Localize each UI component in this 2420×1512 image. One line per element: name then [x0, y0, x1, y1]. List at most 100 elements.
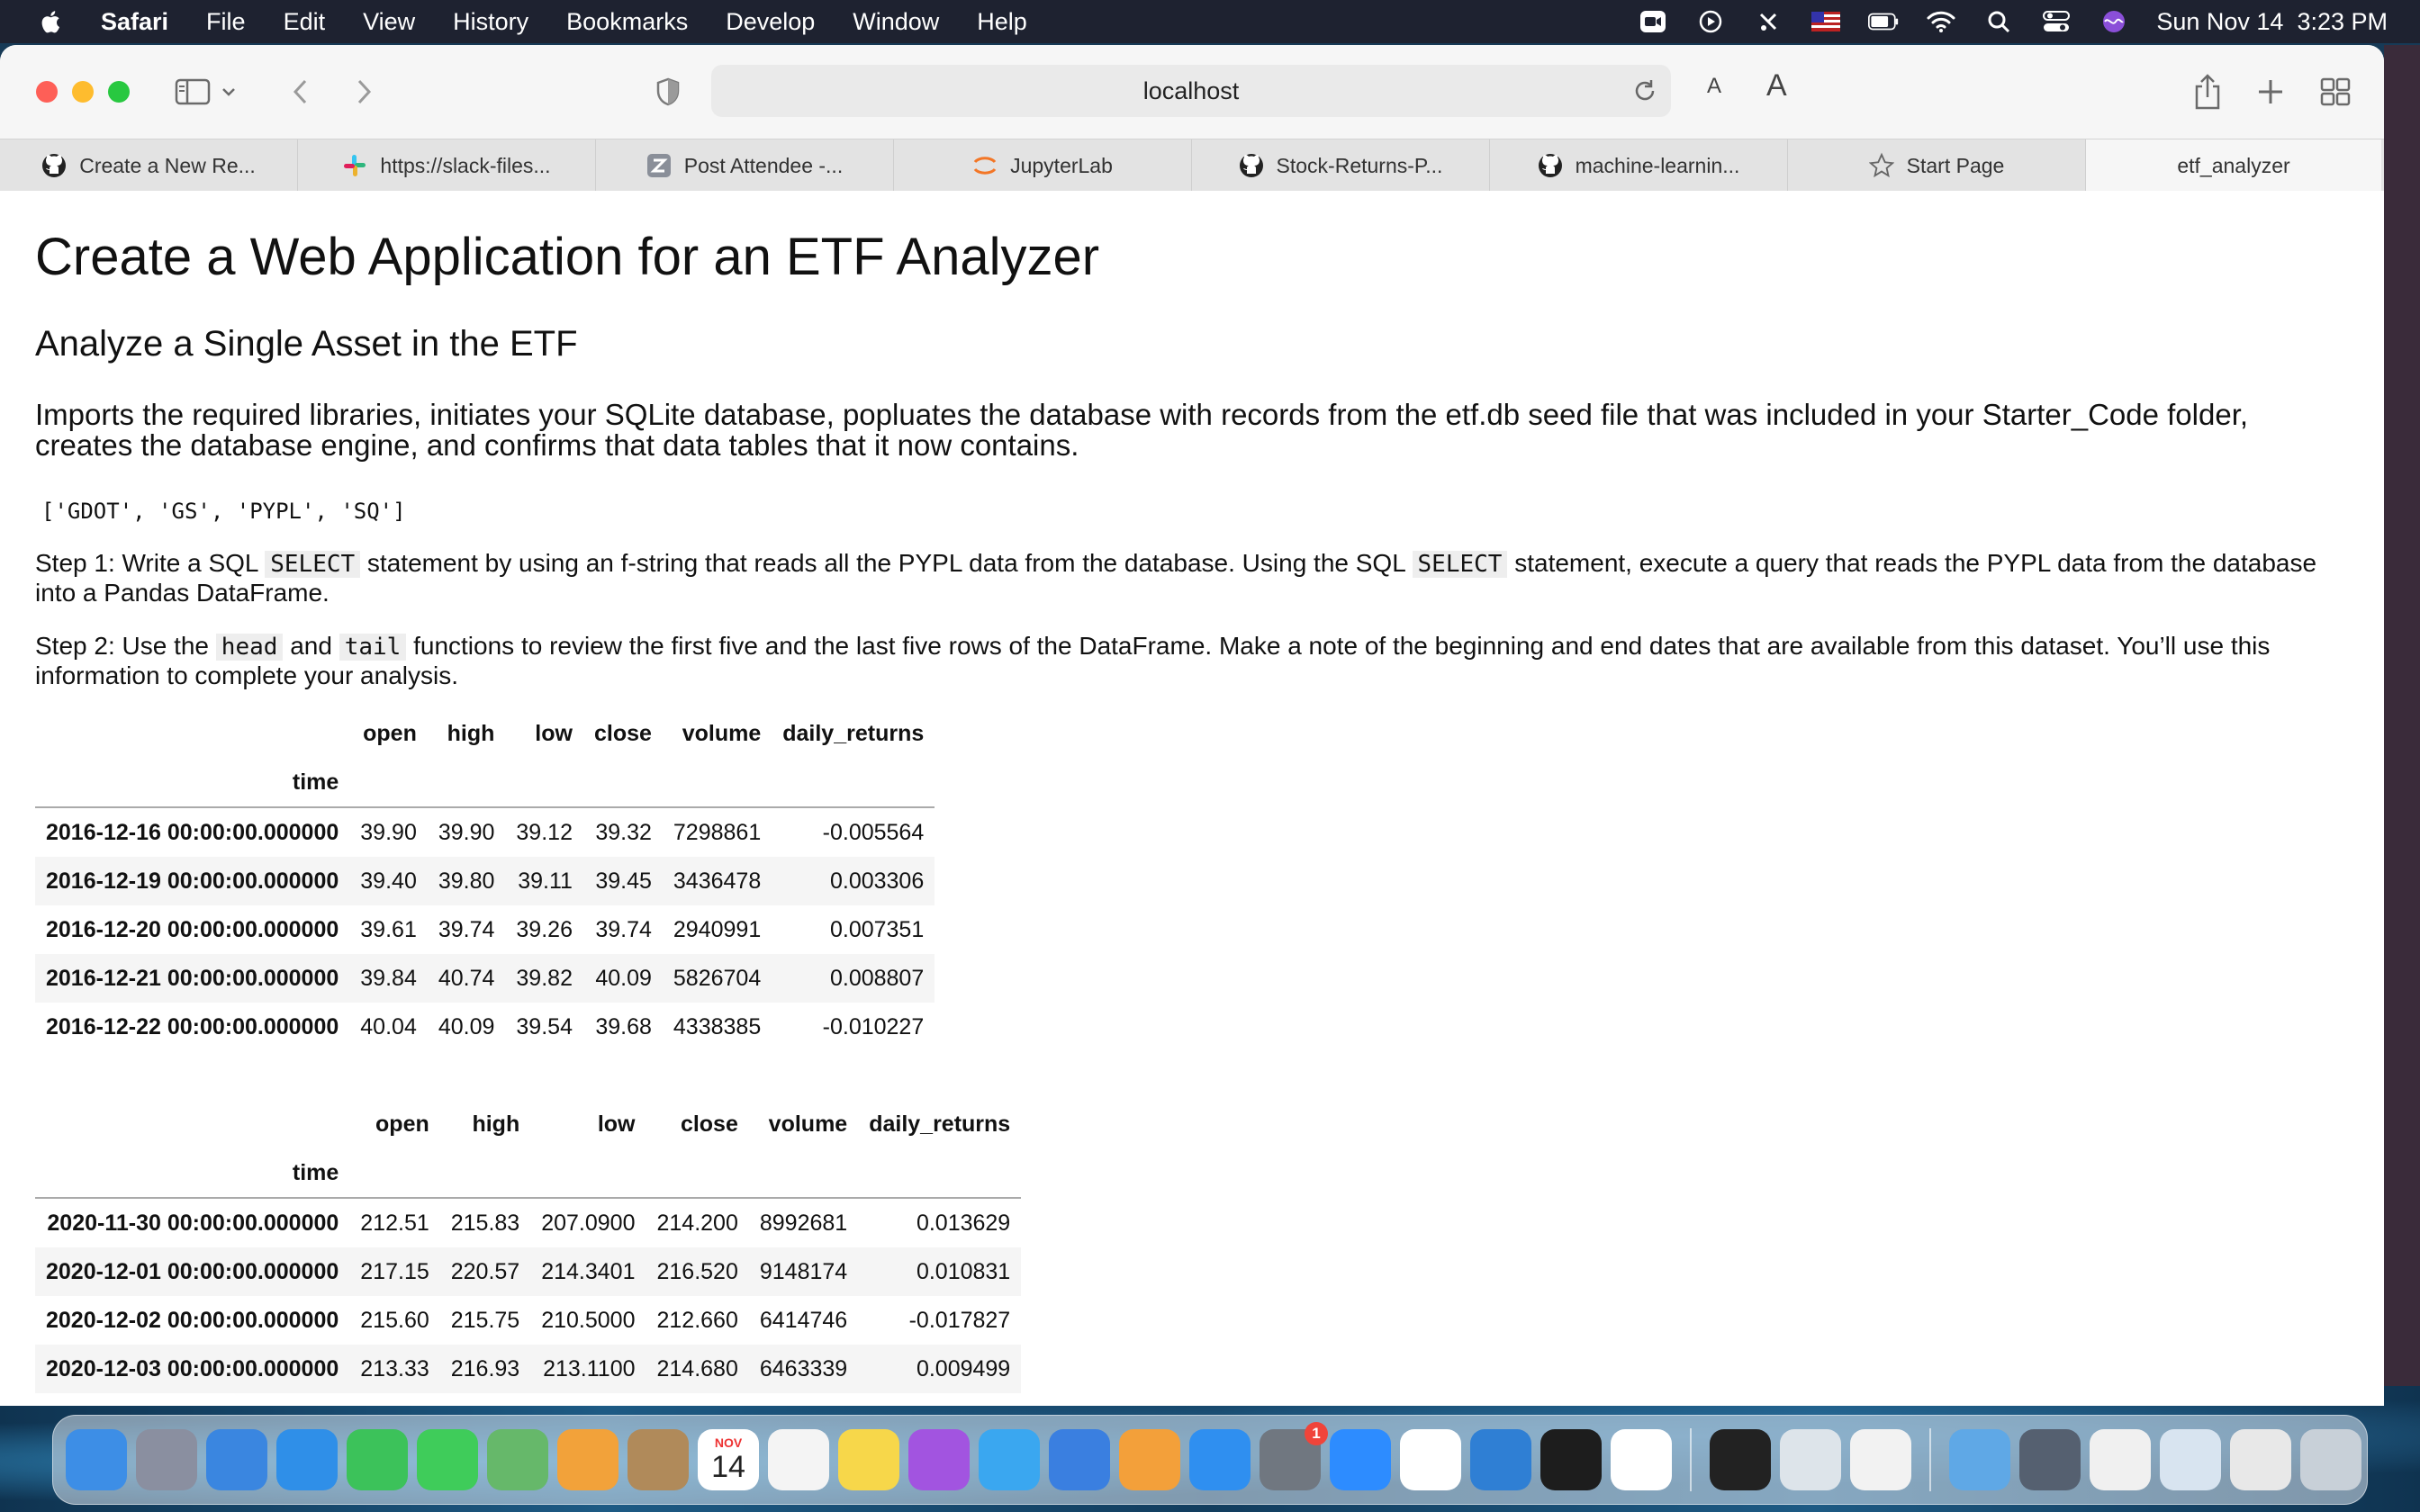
reminders-icon[interactable] — [768, 1429, 829, 1490]
spotlight-search-icon[interactable] — [1983, 9, 2014, 34]
app-store-icon[interactable] — [1189, 1429, 1251, 1490]
new-tab-plus-icon[interactable] — [2251, 72, 2290, 112]
calendar-icon[interactable]: NOV 14 — [698, 1429, 759, 1490]
cell-close: 40.09 — [595, 965, 652, 991]
textedit-icon[interactable] — [1850, 1429, 1911, 1490]
section-heading: Analyze a Single Asset in the ETF — [35, 324, 578, 364]
zoom-window-button[interactable] — [108, 81, 130, 103]
tab-overview-icon[interactable] — [2316, 72, 2355, 112]
siri-icon[interactable] — [2099, 9, 2129, 34]
cell-open: 39.61 — [360, 916, 417, 942]
menu-edit[interactable]: Edit — [284, 8, 326, 36]
tab-post-attendee[interactable]: Post Attendee -... — [596, 140, 894, 192]
cell-low: 214.3401 — [541, 1258, 636, 1284]
slack-icon[interactable] — [1400, 1429, 1461, 1490]
numbers-icon[interactable] — [979, 1429, 1040, 1490]
sidebar-toggle-icon[interactable] — [173, 72, 212, 112]
cell-volume: 8992681 — [759, 1210, 848, 1236]
chevron-down-icon[interactable] — [220, 72, 238, 112]
recent-window-1[interactable] — [2019, 1429, 2081, 1490]
safari-window: localhost A A Create a New Re... https:/… — [0, 45, 2384, 1406]
mail-icon[interactable] — [206, 1429, 267, 1490]
cell-daily-returns: 0.007351 — [829, 916, 925, 942]
safari-icon[interactable] — [276, 1429, 338, 1490]
podcasts-icon[interactable] — [908, 1429, 970, 1490]
finder-icon[interactable] — [66, 1429, 127, 1490]
close-window-button[interactable] — [36, 81, 58, 103]
tab-jupyterlab[interactable]: JupyterLab — [894, 140, 1192, 192]
tab-stock-returns[interactable]: Stock-Returns-P... — [1192, 140, 1490, 192]
tab-slack-files[interactable]: https://slack-files... — [298, 140, 596, 192]
menu-safari[interactable]: Safari — [101, 8, 168, 36]
column-header: volume — [682, 720, 762, 746]
launchpad-icon[interactable] — [136, 1429, 197, 1490]
notes-icon[interactable] — [838, 1429, 899, 1490]
cell-volume: 7298861 — [673, 819, 762, 845]
pages-icon[interactable] — [1119, 1429, 1180, 1490]
back-arrow-icon[interactable] — [281, 72, 321, 112]
inline-code: SELECT — [1412, 551, 1508, 578]
preview-icon[interactable] — [1780, 1429, 1841, 1490]
apple-menu-icon[interactable] — [40, 8, 63, 35]
terminal-icon[interactable] — [1710, 1429, 1771, 1490]
recent-window-4[interactable] — [2230, 1429, 2291, 1490]
system-preferences-icon[interactable]: 1 — [1260, 1422, 1328, 1490]
address-bar-url: localhost — [1142, 76, 1240, 104]
accessibility-status-icon[interactable] — [1753, 9, 1783, 34]
table-header-row: open high low close volume daily_returns — [35, 709, 935, 758]
spotify-icon[interactable] — [1540, 1429, 1602, 1490]
messages-icon[interactable] — [417, 1429, 478, 1490]
contacts-icon[interactable] — [628, 1429, 689, 1490]
calendar-day: 14 — [711, 1449, 745, 1484]
github-icon — [1538, 153, 1563, 178]
privacy-shield-icon[interactable] — [648, 72, 688, 112]
photos-icon[interactable] — [557, 1429, 619, 1490]
menu-help[interactable]: Help — [977, 8, 1027, 36]
recent-window-2[interactable] — [2090, 1429, 2151, 1490]
input-flag-icon[interactable] — [1810, 9, 1841, 34]
github-icon — [41, 153, 67, 178]
safari-toolbar: localhost A A — [0, 45, 2384, 139]
vscode-icon[interactable] — [1470, 1429, 1531, 1490]
trash-icon[interactable] — [2300, 1429, 2361, 1490]
column-header: daily_returns — [869, 1111, 1011, 1137]
chrome-icon[interactable] — [1611, 1429, 1672, 1490]
cell-open: 39.90 — [360, 819, 417, 845]
downloads-folder-icon[interactable] — [1949, 1429, 2010, 1490]
control-center-icon[interactable] — [2041, 9, 2072, 34]
menu-view[interactable]: View — [363, 8, 415, 36]
decrease-text-size-button[interactable]: A — [1707, 74, 1721, 99]
maps-icon[interactable] — [487, 1429, 548, 1490]
play-status-icon[interactable] — [1695, 9, 1726, 34]
table-row: 2020-11-30 00:00:00.000000 212.51 215.83 20… — [35, 1198, 1021, 1247]
address-bar[interactable]: localhost — [711, 65, 1671, 117]
menubar-clock[interactable]: Sun Nov 14 3:23 PM — [2156, 8, 2388, 36]
reload-icon[interactable] — [1631, 77, 1658, 104]
star-icon — [1868, 152, 1894, 178]
menu-window[interactable]: Window — [853, 8, 939, 36]
wifi-icon[interactable] — [1926, 9, 1956, 34]
increase-text-size-button[interactable]: A — [1766, 68, 1787, 104]
cell-open: 213.33 — [360, 1355, 429, 1382]
recent-window-3[interactable] — [2160, 1429, 2221, 1490]
battery-icon[interactable] — [1868, 9, 1899, 34]
menu-develop[interactable]: Develop — [726, 8, 815, 36]
facetime-icon[interactable] — [347, 1429, 408, 1490]
forward-arrow-icon[interactable] — [344, 72, 384, 112]
tab-etf-analyzer[interactable]: etf_analyzer — [2086, 140, 2381, 192]
tab-create-new-repo[interactable]: Create a New Re... — [0, 140, 298, 192]
keynote-icon[interactable] — [1049, 1429, 1110, 1490]
menu-bookmarks[interactable]: Bookmarks — [566, 8, 688, 36]
table-header-row: open high low close volume daily_returns — [35, 1100, 1021, 1148]
zoom-status-icon[interactable] — [1638, 9, 1668, 34]
menu-history[interactable]: History — [453, 8, 528, 36]
tab-start-page[interactable]: Start Page — [1788, 140, 2086, 192]
tab-label: Create a New Re... — [79, 153, 256, 177]
github-icon — [1239, 153, 1264, 178]
zoom-icon[interactable] — [1330, 1429, 1391, 1490]
menu-file[interactable]: File — [206, 8, 246, 36]
table-row: 2016-12-20 00:00:00.000000 39.61 39.74 39.2… — [35, 905, 935, 954]
tab-machine-learning[interactable]: machine-learnin... — [1490, 140, 1788, 192]
minimize-window-button[interactable] — [72, 81, 94, 103]
share-icon[interactable] — [2188, 72, 2227, 112]
